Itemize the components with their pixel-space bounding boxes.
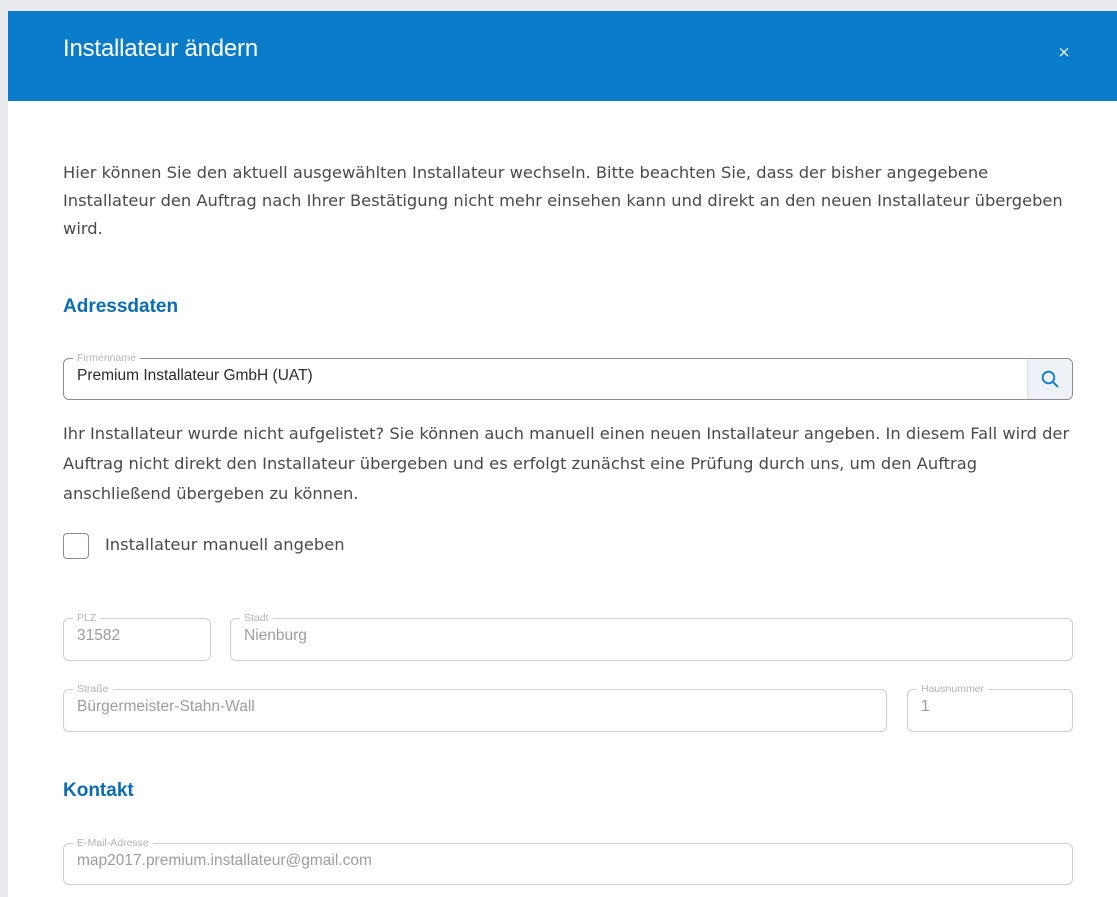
street-value: Bürgermeister-Stahn-Wall [77,698,255,715]
email-value: map2017.premium.installateur@gmail.com [77,852,372,869]
house-number-label: Hausnummer [917,682,989,696]
city-label: Stadt [240,611,273,625]
manual-installer-note: Ihr Installateur wurde nicht aufgelistet… [63,424,1070,503]
street-field[interactable]: Straße Bürgermeister-Stahn-Wall [63,682,887,732]
plz-field[interactable]: PLZ 31582 [63,611,211,661]
company-search-button[interactable] [1027,359,1072,399]
search-icon [1041,370,1059,388]
house-number-value: 1 [921,698,930,715]
plz-label: PLZ [73,611,101,625]
email-label: E-Mail-Adresse [73,836,153,850]
section-heading-address: Adressdaten [63,296,179,317]
close-icon[interactable]: × [1054,39,1074,65]
city-field[interactable]: Stadt Nienburg [230,611,1073,661]
change-installer-dialog: Installateur ändern × Hier können Sie de… [8,11,1117,897]
city-value: Nienburg [244,627,307,644]
dialog-title: Installateur ändern [63,35,258,62]
dialog-header: Installateur ändern × [8,11,1117,101]
company-name-value[interactable]: Premium Installateur GmbH (UAT) [77,367,313,385]
section-heading-contact: Kontakt [63,780,134,801]
intro-text: Hier können Sie den aktuell ausgewählten… [63,163,1063,238]
manual-installer-checkbox[interactable] [63,533,89,559]
email-field[interactable]: E-Mail-Adresse map2017.premium.installat… [63,836,1073,885]
company-name-field[interactable]: Firmenname Premium Installateur GmbH (UA… [63,351,1073,400]
company-name-label: Firmenname [73,351,140,365]
house-number-field[interactable]: Hausnummer 1 [907,682,1073,732]
plz-value: 31582 [77,627,121,644]
street-label: Straße [73,682,113,696]
manual-installer-label[interactable]: Installateur manuell angeben [105,535,345,554]
